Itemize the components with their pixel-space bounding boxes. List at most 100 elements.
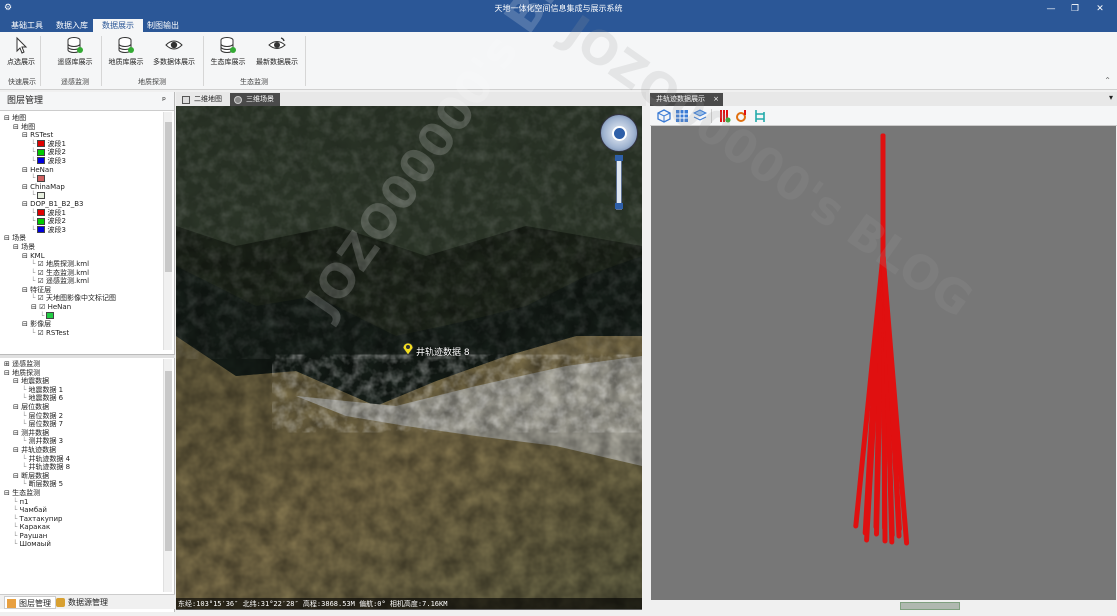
layer-tree-node[interactable]: ⊟ ☑ HeNan (0, 303, 162, 312)
3d-scene-view[interactable]: 井轨迹数据 8 (176, 106, 642, 609)
eco-db-display-button[interactable]: 生态库展示 (208, 35, 248, 73)
expander-icon[interactable]: ⊟ (22, 286, 30, 294)
panel-splitter[interactable] (0, 354, 175, 358)
expander-icon[interactable]: ⊟ (4, 369, 12, 377)
layer-tree-node[interactable]: └ (0, 174, 162, 183)
expander-icon[interactable]: ⊟ (22, 183, 30, 191)
layer-tree-node[interactable]: ⊟ 场景 (0, 243, 162, 252)
expander-icon[interactable]: ⊟ (22, 320, 30, 328)
right-hscrollbar[interactable] (650, 600, 1117, 612)
data-tree-node[interactable]: └ Чамбай (0, 506, 162, 515)
layer-tree-node[interactable]: └ ☑ 生态监测.kml (0, 269, 162, 278)
expander-icon[interactable]: ⊟ (22, 200, 30, 208)
tab-data-source[interactable]: 数据源管理 (54, 596, 108, 609)
minimize-button[interactable]: — (1040, 1, 1062, 17)
tab-close-icon[interactable]: × (713, 93, 719, 106)
expander-icon[interactable]: ⊟ (22, 131, 30, 139)
expander-icon[interactable]: ⊟ (13, 403, 21, 411)
tab-basic-tools[interactable]: 基础工具 (2, 19, 52, 32)
settings-wells-icon[interactable] (735, 109, 749, 123)
data-tree-scrollbar[interactable] (163, 359, 172, 592)
expander-icon[interactable]: ⊟ (13, 377, 21, 385)
expander-icon[interactable]: ⊟ (13, 446, 21, 454)
multi-volume-display-button[interactable]: 多数据体展示 (150, 35, 198, 73)
data-tree-node[interactable]: └ 井轨迹数据 4 (0, 455, 162, 464)
tab-well-trajectory[interactable]: 井轨迹数据展示 × (650, 93, 723, 106)
layer-tree-node[interactable]: ⊟ KML (0, 252, 162, 261)
data-tree-node[interactable]: ⊟ 层位数据 (0, 403, 162, 412)
data-tree-node[interactable]: └ 井轨迹数据 8 (0, 463, 162, 472)
layer-tree-node[interactable]: └ ☑ 地质探测.kml (0, 260, 162, 269)
tab-layer-management[interactable]: 图层管理 (4, 596, 56, 609)
rs-db-display-button[interactable]: 遥感库展示 (53, 35, 97, 73)
expander-icon[interactable]: ⊟ (4, 489, 12, 497)
layer-tree-node[interactable]: ⊟ ChinaMap (0, 183, 162, 192)
data-tree-node[interactable]: └ 地震数据 6 (0, 394, 162, 403)
layer-tree-node[interactable]: ⊟ RSTest (0, 131, 162, 140)
layer-tree-node[interactable]: └ 波段2 (0, 217, 162, 226)
layer-tree-scrollbar[interactable] (163, 112, 172, 350)
wells-icon[interactable] (717, 109, 731, 123)
data-tree-node[interactable]: ⊟ 井轨迹数据 (0, 446, 162, 455)
expander-icon[interactable]: ⊟ (22, 166, 30, 174)
collapse-ribbon-icon[interactable]: ⌃ (1104, 76, 1111, 85)
well-trajectory-3d-view[interactable] (651, 126, 1116, 600)
layer-checkbox[interactable]: ☑ (37, 329, 46, 337)
layer-tree-node[interactable]: └ 波段1 (0, 209, 162, 218)
data-tree-node[interactable]: └ 层位数据 7 (0, 420, 162, 429)
tab-map-output[interactable]: 制图输出 (138, 19, 188, 32)
layer-tree-node[interactable]: └ ☑ 遥感监测.kml (0, 277, 162, 286)
expander-icon[interactable]: ⊟ (13, 429, 21, 437)
geo-db-display-button[interactable]: 地质库展示 (106, 35, 146, 73)
tab-data-display[interactable]: 数据展示 (93, 19, 143, 32)
data-tree-node[interactable]: └ Каракак (0, 523, 162, 532)
layer-checkbox[interactable]: ☑ (37, 277, 46, 285)
layer-tree-node[interactable]: ⊟ 地图 (0, 114, 162, 123)
layer-tree-node[interactable]: └ ☑ RSTest (0, 329, 162, 338)
tab-dropdown-icon[interactable]: ▾ (1109, 93, 1113, 102)
zoom-slider[interactable] (615, 155, 623, 210)
layer-tree-node[interactable]: ⊟ 场景 (0, 234, 162, 243)
scroll-thumb[interactable] (900, 602, 960, 610)
expander-icon[interactable]: ⊟ (4, 234, 12, 242)
layer-tree-node[interactable]: └ 波段2 (0, 148, 162, 157)
tab-2d-map[interactable]: 二维地图 (178, 93, 228, 106)
data-tree-node[interactable]: ⊟ 地质探测 (0, 369, 162, 378)
tab-data-import[interactable]: 数据入库 (47, 19, 97, 32)
latest-data-display-button[interactable]: 最新数据展示 (253, 35, 301, 73)
layer-tree-node[interactable]: └ 波段3 (0, 157, 162, 166)
close-button[interactable]: ✕ (1089, 1, 1111, 17)
zoom-in-handle[interactable] (615, 155, 623, 161)
layer-checkbox[interactable]: ☑ (39, 303, 48, 311)
tab-3d-scene[interactable]: 三维场景 (230, 93, 280, 106)
layer-checkbox[interactable]: ☑ (37, 260, 46, 268)
layer-tree-node[interactable]: ⊟ 地图 (0, 123, 162, 132)
data-tree-node[interactable]: └ п1 (0, 498, 162, 507)
zoom-out-handle[interactable] (615, 203, 623, 209)
data-tree-node[interactable]: ⊞ 遥感监测 (0, 360, 162, 369)
data-tree-node[interactable]: └ Тахтакупир (0, 515, 162, 524)
point-select-button[interactable]: 点选展示 (6, 35, 36, 73)
data-tree-node[interactable]: └ 断层数据 5 (0, 480, 162, 489)
layer-tree-node[interactable]: └ (0, 312, 162, 321)
expander-icon[interactable]: ⊟ (13, 472, 21, 480)
layer-tree-node[interactable]: └ (0, 191, 162, 200)
expander-icon[interactable]: ⊟ (13, 243, 21, 251)
layer-tree-node[interactable]: └ ☑ 天地图影像中文标记图 (0, 294, 162, 303)
layers-view-icon[interactable] (693, 109, 707, 123)
tree-wells-icon[interactable] (753, 109, 767, 123)
cube-view-icon[interactable] (657, 109, 671, 123)
grid-view-icon[interactable] (675, 109, 689, 123)
data-tree-node[interactable]: ⊟ 地震数据 (0, 377, 162, 386)
pin-icon[interactable]: ᵖ (162, 96, 166, 106)
compass-center-icon[interactable] (612, 126, 627, 141)
data-tree-node[interactable]: └ 层位数据 2 (0, 412, 162, 421)
restore-button[interactable]: ❐ (1064, 1, 1086, 17)
data-tree-node[interactable]: └ 测井数据 3 (0, 437, 162, 446)
layer-tree-node[interactable]: ⊟ 影像层 (0, 320, 162, 329)
layer-checkbox[interactable]: ☑ (37, 269, 46, 277)
layer-tree-node[interactable]: ⊟ DOP_B1_B2_B3 (0, 200, 162, 209)
expander-icon[interactable]: ⊟ (22, 252, 30, 260)
layer-tree-node[interactable]: └ 波段1 (0, 140, 162, 149)
layer-tree-node[interactable]: ⊟ HeNan (0, 166, 162, 175)
